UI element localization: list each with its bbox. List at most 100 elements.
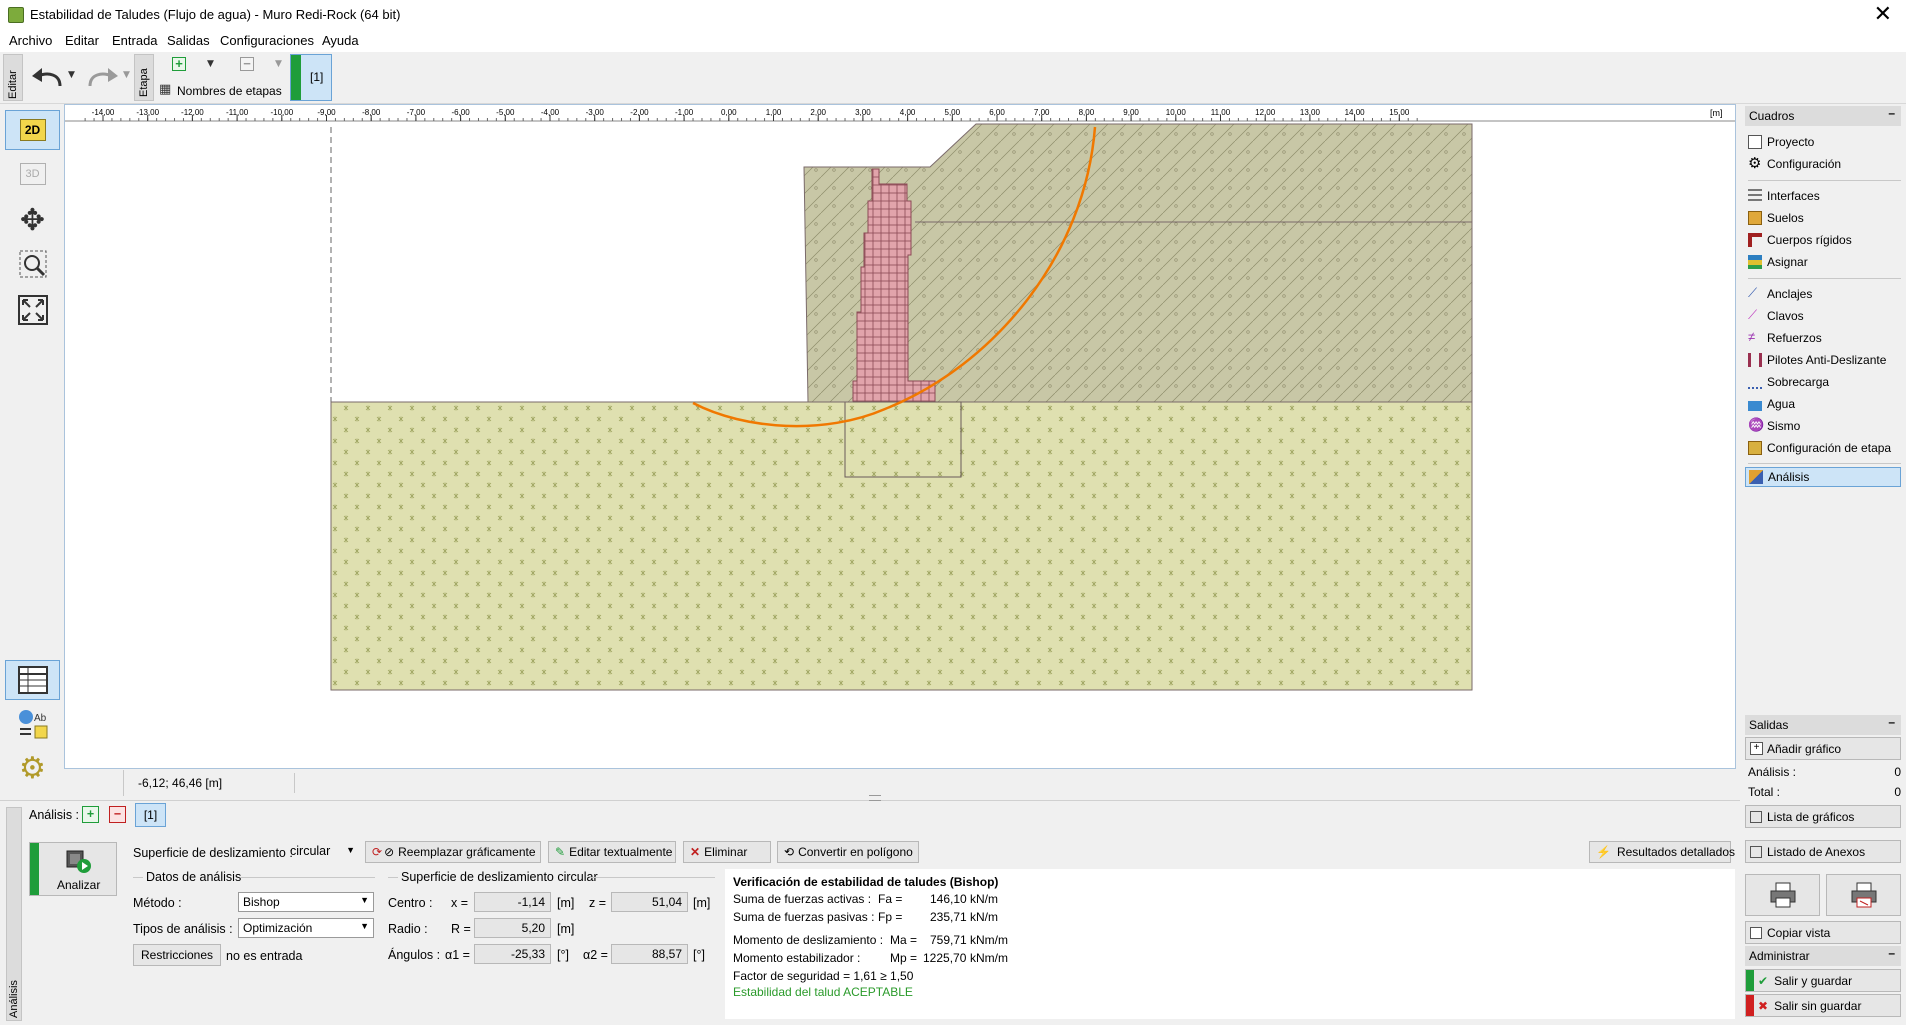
frame-config-etapa[interactable]: Configuración de etapa (1748, 438, 1902, 458)
frame-pilotes[interactable]: Pilotes Anti-Deslizante (1748, 350, 1902, 370)
settings-button[interactable]: ⚙ (5, 748, 60, 788)
ruler-unit: [m] (1710, 108, 1723, 118)
add-stage-dropdown-icon[interactable]: ▼ (207, 59, 214, 69)
remove-analysis-icon[interactable]: − (109, 806, 126, 823)
salidas-title: Salidas (1749, 718, 1789, 732)
frame-suelos[interactable]: Suelos (1748, 208, 1902, 228)
annex-list-button[interactable]: Listado de Anexos (1745, 840, 1901, 863)
frame-sobrecarga[interactable]: Sobrecarga (1748, 372, 1902, 392)
edit-textually-label: Editar textualmente (569, 845, 673, 859)
graph-list-button[interactable]: Lista de gráficos (1745, 805, 1901, 828)
edit-textually-button[interactable]: ✎ Editar textualmente (548, 841, 676, 863)
ma-value: 759,71 (930, 933, 967, 947)
menu-archivo[interactable]: Archivo (9, 33, 52, 48)
total-label: Total : (1748, 785, 1781, 799)
menu-entrada[interactable]: Entrada (112, 33, 158, 48)
analyze-button[interactable]: Analizar (29, 842, 117, 896)
center-z-field[interactable]: 51,04 (611, 892, 688, 912)
alpha1-field[interactable]: -25,33 (474, 944, 551, 964)
alpha2-field[interactable]: 88,57 (611, 944, 688, 964)
frame-asignar[interactable]: Asignar (1748, 252, 1902, 272)
print-preview-button[interactable] (1826, 874, 1901, 916)
radius-label: Radio : (388, 922, 428, 936)
collapse-icon[interactable]: – (1888, 715, 1895, 729)
frame-refuerzos-label: Refuerzos (1767, 331, 1822, 345)
ma-symbol: Ma = (890, 933, 918, 947)
menu-salidas[interactable]: Salidas (167, 33, 210, 48)
model-drawing[interactable]: -14,00 -13,00 -12,00 -11,00 -10,00 -9,00 -8,00… (65, 105, 1735, 768)
frame-refuerzos[interactable]: ≠ Refuerzos (1748, 328, 1902, 348)
add-stage-icon[interactable]: + (172, 57, 186, 71)
remove-stage-icon[interactable]: − (240, 57, 254, 71)
menu-editar[interactable]: Editar (65, 33, 99, 48)
redo-icon[interactable] (84, 64, 120, 92)
detailed-results-label: Resultados detallados (1616, 845, 1736, 859)
remove-stage-dropdown-icon[interactable]: ▼ (275, 59, 282, 69)
analysis-tab-1[interactable]: [1] (135, 803, 166, 827)
copy-view-button[interactable]: Copiar vista (1745, 921, 1901, 944)
convert-polygon-button[interactable]: ⟲ Convertir en polígono (777, 841, 919, 863)
view-2d-button[interactable]: 2D (5, 110, 60, 150)
delete-icon: ✕ (690, 845, 701, 859)
move-button[interactable]: ✥ (5, 200, 60, 240)
frame-sismo-label: Sismo (1767, 419, 1801, 433)
center-x-field[interactable]: -1,14 (474, 892, 551, 912)
frame-proyecto[interactable]: Proyecto (1748, 132, 1902, 152)
frame-agua[interactable]: Agua (1748, 394, 1902, 414)
collapse-icon[interactable]: – (1888, 106, 1895, 120)
collapse-icon[interactable]: – (1888, 946, 1895, 960)
print-button[interactable] (1745, 874, 1820, 916)
analyze-icon (66, 850, 91, 873)
stage-1-tab[interactable]: [1] (290, 54, 332, 101)
printer-preview-icon (1851, 882, 1876, 908)
undo-icon[interactable] (30, 64, 66, 92)
salidas-header[interactable]: Salidas – (1745, 715, 1901, 735)
left-toolbar: 2D 3D ✥ Ab ⚙ (0, 104, 63, 800)
analysis-count-label: Análisis : (1748, 765, 1797, 779)
method-label: Método : (133, 896, 182, 910)
frame-clavos[interactable]: ⟋ Clavos (1748, 306, 1902, 326)
exit-save-button[interactable]: ✔ Salir y guardar (1745, 969, 1901, 992)
soil-lower-layer[interactable] (330, 401, 1473, 691)
exit-nosave-label: Salir sin guardar (1774, 998, 1862, 1013)
frame-interfaces[interactable]: Interfaces (1748, 186, 1902, 206)
analysis-side-tab[interactable]: Análisis (6, 807, 22, 1021)
radius-field[interactable]: 5,20 (474, 918, 551, 938)
undo-dropdown-icon[interactable]: ▼ (68, 70, 75, 80)
frame-asignar-label: Asignar (1767, 255, 1808, 269)
delete-button[interactable]: ✕ Eliminar (683, 841, 771, 863)
cuadros-header[interactable]: Cuadros – (1745, 106, 1901, 126)
display-settings-button[interactable]: Ab (5, 704, 60, 744)
drawing-canvas[interactable]: -14,00 -13,00 -12,00 -11,00 -10,00 -9,00 -8,00… (64, 104, 1736, 769)
frame-anclajes[interactable]: ⟋ Anclajes (1748, 284, 1902, 304)
stage-tab[interactable]: Etapa (134, 54, 154, 101)
exit-nosave-button[interactable]: ✖ Salir sin guardar (1745, 994, 1901, 1017)
menu-ayuda[interactable]: Ayuda (322, 33, 359, 48)
frame-sismo[interactable]: ♒ Sismo (1748, 416, 1902, 436)
admin-header[interactable]: Administrar – (1745, 946, 1901, 966)
slip-surface-value: circular (290, 844, 331, 858)
edit-tab[interactable]: Editar (3, 54, 23, 101)
menu-configuraciones[interactable]: Configuraciones (220, 33, 314, 48)
table-view-button[interactable] (5, 660, 60, 700)
detailed-results-button[interactable]: ⚡ Resultados detallados (1589, 841, 1735, 863)
zoom-button[interactable] (5, 244, 60, 284)
fp-unit: kN/m (970, 910, 998, 924)
redo-dropdown-icon[interactable]: ▼ (123, 70, 130, 80)
add-analysis-icon[interactable]: + (82, 806, 99, 823)
frame-analisis[interactable]: Análisis (1745, 467, 1901, 487)
splitter-handle-icon[interactable] (869, 795, 881, 801)
stage-names-button[interactable]: Nombres de etapas (177, 84, 282, 98)
analysis-type-select[interactable]: Optimización ▼ (238, 918, 374, 938)
slip-surface-select[interactable]: circular ▼ (287, 842, 359, 862)
method-select[interactable]: Bishop ▼ (238, 892, 374, 912)
restrictions-button[interactable]: Restricciones (133, 944, 221, 966)
frame-cuerpos-rigidos[interactable]: Cuerpos rígidos (1748, 230, 1902, 250)
view-2d-icon: 2D (19, 119, 46, 141)
replace-graphically-button[interactable]: ⟳ ⊘ Reemplazar gráficamente (365, 841, 541, 863)
frame-configuracion[interactable]: ⚙ Configuración (1748, 154, 1902, 174)
view-3d-button[interactable]: 3D (5, 154, 60, 194)
close-icon[interactable]: ✕ (1874, 2, 1892, 27)
zoom-extents-button[interactable] (5, 290, 60, 330)
add-graph-button[interactable]: + Añadir gráfico (1745, 737, 1901, 760)
